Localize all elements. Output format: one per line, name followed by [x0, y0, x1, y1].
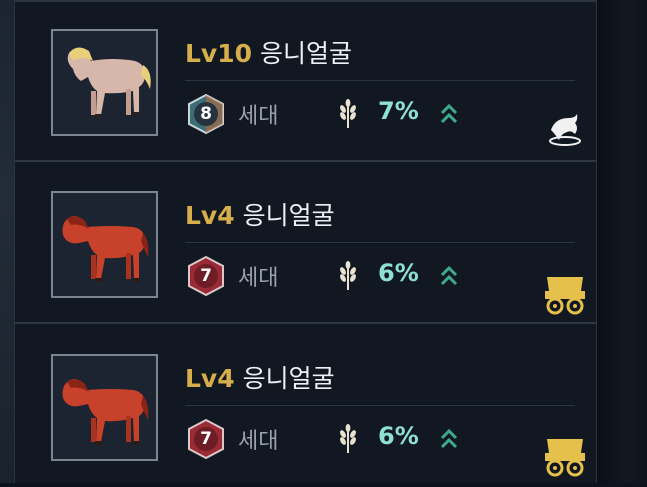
- background-left: [0, 0, 14, 483]
- horse-list-item[interactable]: Lv4 응니얼굴 7 세대 6%: [15, 162, 596, 324]
- horse-level: Lv4: [185, 201, 235, 230]
- double-chevron-up-icon: [440, 428, 458, 449]
- horse-list-panel: Lv10 응니얼굴 8 세대 7% Lv4 응니얼굴 7 세대 6% Lv4 응…: [14, 0, 597, 483]
- generation-number: 7: [200, 266, 212, 286]
- growth-percent: 6%: [378, 259, 419, 287]
- wheat-icon: [340, 99, 356, 128]
- wheat-icon: [340, 424, 356, 453]
- horse-portrait: [51, 191, 158, 298]
- generation-badge: 7: [185, 418, 227, 460]
- wagon-icon[interactable]: [543, 435, 587, 477]
- horse-list-item[interactable]: Lv4 응니얼굴 7 세대 6%: [15, 325, 596, 487]
- generation-badge: 8: [185, 93, 227, 135]
- horse-name-line: Lv4 응니얼굴: [185, 359, 335, 395]
- double-chevron-up-icon: [440, 103, 458, 124]
- background-right: [597, 0, 647, 483]
- horse-list-item[interactable]: Lv10 응니얼굴 8 세대 7%: [15, 0, 596, 162]
- generation-label: 세대: [238, 266, 279, 291]
- horse-name: 응니얼굴: [242, 201, 335, 230]
- generation-badge: 7: [185, 255, 227, 297]
- wheat-icon: [340, 261, 356, 290]
- double-chevron-up-icon: [440, 265, 458, 286]
- growth-percent: 6%: [378, 422, 419, 450]
- generation-label: 세대: [238, 104, 279, 129]
- generation-number: 8: [200, 104, 212, 124]
- horse-portrait: [51, 354, 158, 461]
- horse-name-line: Lv4 응니얼굴: [185, 196, 335, 232]
- generation-number: 7: [200, 429, 212, 449]
- horse-name-line: Lv10 응니얼굴: [185, 34, 352, 70]
- horse-stats: 8 세대 7%: [185, 89, 585, 137]
- horse-stats: 7 세대 6%: [185, 251, 585, 299]
- growth-percent: 7%: [378, 97, 419, 125]
- generation-label: 세대: [238, 429, 279, 454]
- horse-level: Lv10: [185, 39, 253, 68]
- horse-portrait: [51, 29, 158, 136]
- horse-stats: 7 세대 6%: [185, 414, 585, 462]
- wagon-icon[interactable]: [543, 273, 587, 315]
- horse-name: 응니얼굴: [259, 39, 352, 68]
- horse-level: Lv4: [185, 364, 235, 393]
- horse-name: 응니얼굴: [242, 364, 335, 393]
- dolphin-icon[interactable]: [545, 112, 585, 148]
